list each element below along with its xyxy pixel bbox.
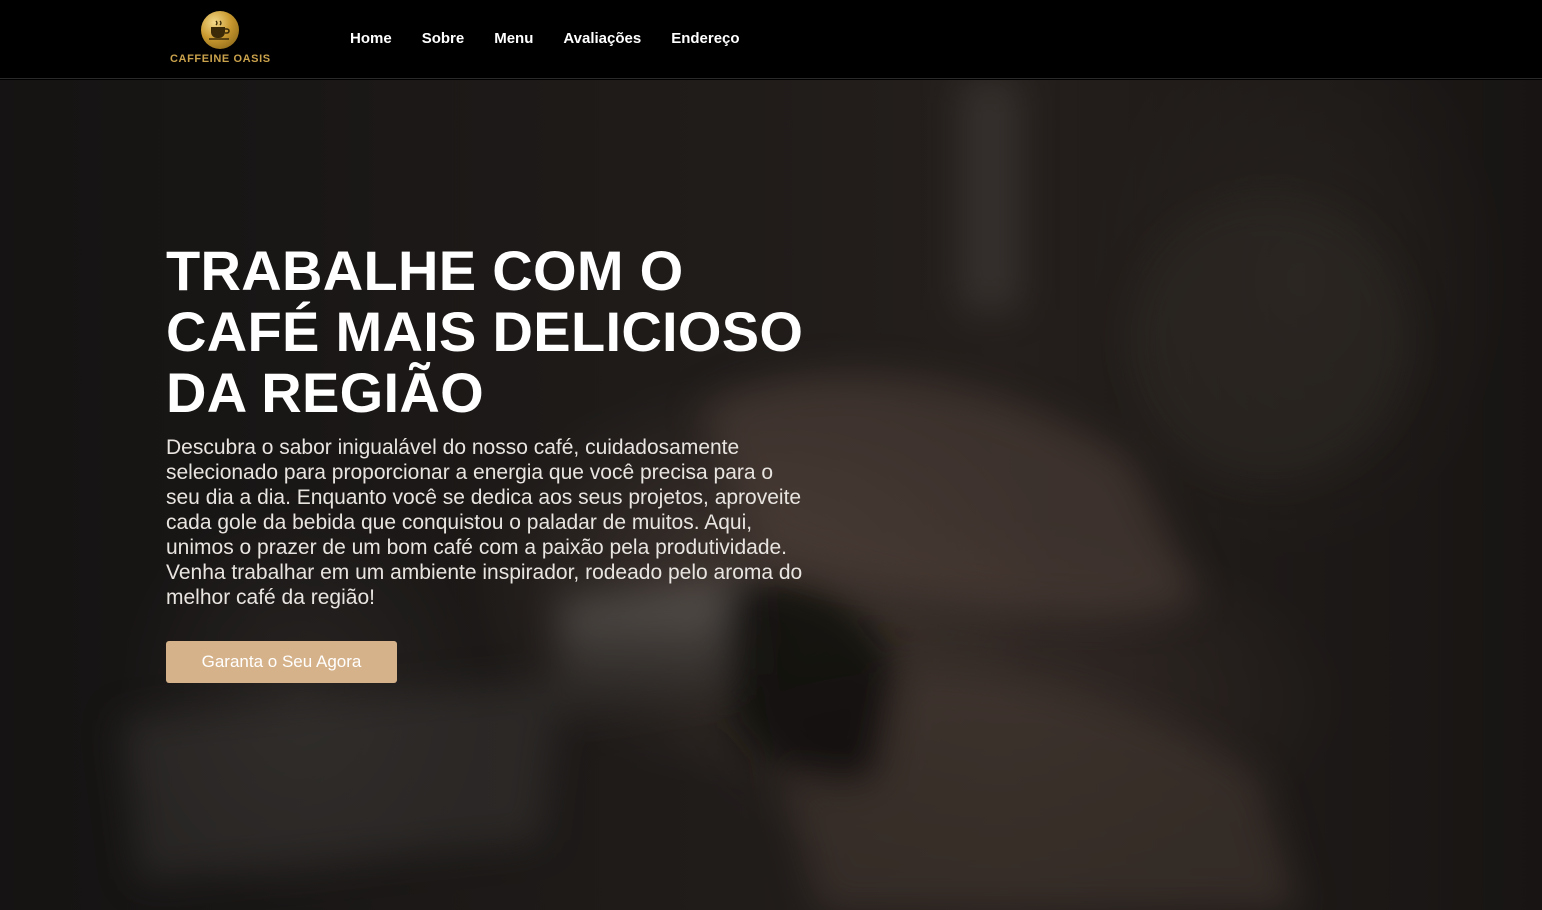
hero-title: TRABALHE COM O CAFÉ MAIS DELICIOSO DA RE… [166,240,816,423]
nav-link-home[interactable]: Home [350,30,392,47]
cta-button[interactable]: Garanta o Seu Agora [166,641,397,683]
hero-section: TRABALHE COM O CAFÉ MAIS DELICIOSO DA RE… [0,80,1542,910]
hero-title-line: DA REGIÃO [166,361,484,424]
hero-content: TRABALHE COM O CAFÉ MAIS DELICIOSO DA RE… [166,240,816,683]
nav-link-avaliacoes[interactable]: Avaliações [563,30,641,47]
hero-description: Descubra o sabor inigualável do nosso ca… [166,436,803,609]
brand-name: CAFFEINE OASIS [170,53,271,65]
hero-title-line: TRABALHE COM O [166,239,684,302]
brand-logo[interactable]: CAFFEINE OASIS [170,11,270,69]
hero-title-line: CAFÉ MAIS DELICIOSO [166,300,804,363]
main-nav: Home Sobre Menu Avaliações Endereço [350,30,770,47]
nav-link-sobre[interactable]: Sobre [422,30,465,47]
top-navbar: CAFFEINE OASIS Home Sobre Menu Avaliaçõe… [0,0,1542,79]
nav-link-endereco[interactable]: Endereço [671,30,739,47]
nav-link-menu[interactable]: Menu [494,30,533,47]
coffee-cup-icon [201,11,239,49]
